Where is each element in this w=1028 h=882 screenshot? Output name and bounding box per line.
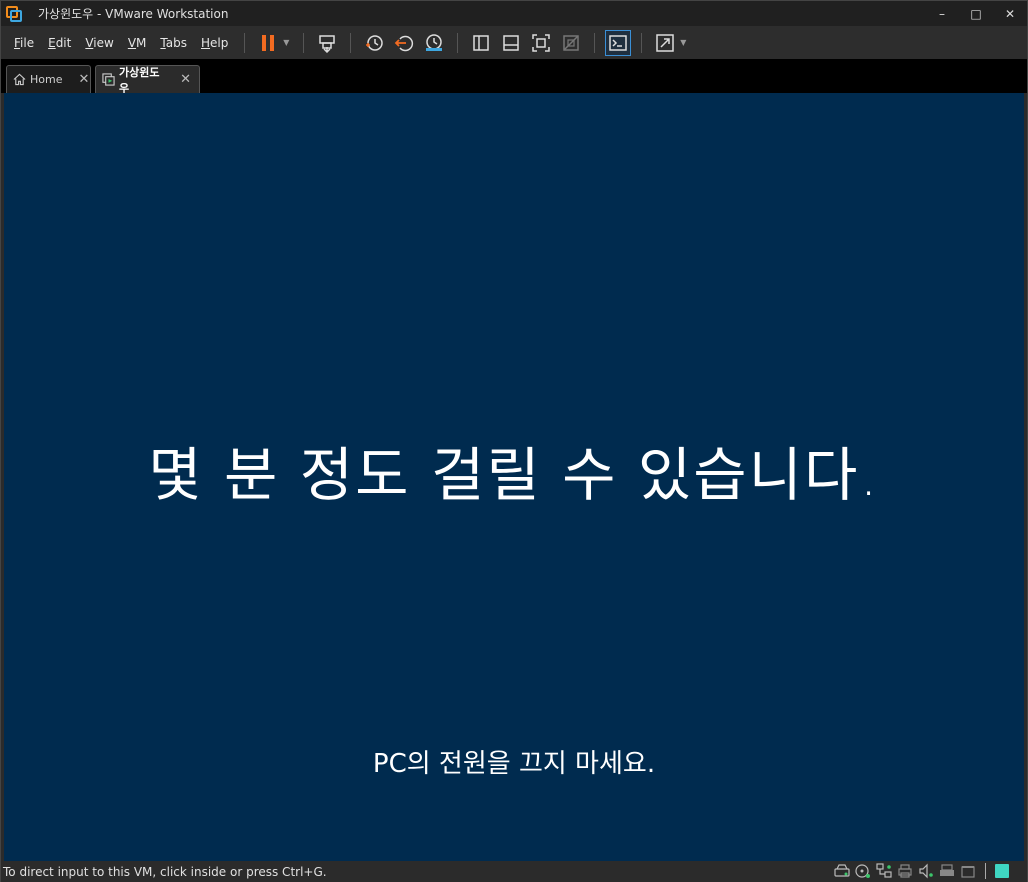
vm-icon (102, 73, 115, 87)
stretch-guest-icon (656, 33, 675, 52)
sound-card-icon[interactable] (917, 863, 935, 879)
thumbnail-bar-button[interactable] (498, 30, 524, 56)
toolbar-separator (303, 32, 305, 53)
toolbar-separator (594, 32, 596, 53)
close-tab-icon[interactable]: ✕ (78, 72, 89, 87)
toolbar-separator (244, 32, 246, 53)
take-snapshot-button[interactable] (361, 30, 387, 56)
vm-sub-message: PC의 전원을 끄지 마세요. (372, 749, 656, 779)
full-screen-button[interactable] (528, 30, 554, 56)
vm-display[interactable]: 몇 분 정도 걸릴 수 있습니다. PC의 전원을 끄지 마세요. (4, 93, 1024, 861)
toolbar-separator (350, 32, 352, 53)
show-library-icon (473, 34, 490, 51)
vm-main-message: 몇 분 정도 걸릴 수 있습니다. (148, 441, 880, 509)
send-ctrl-alt-del-icon (319, 34, 336, 53)
thumbnail-bar-icon (503, 34, 520, 51)
vmware-logo-icon (6, 5, 22, 22)
vmware-window: 가상윈도우 - VMware Workstation – □ ✕ File Ed… (0, 0, 1028, 882)
window-controls: – □ ✕ (925, 1, 1027, 26)
home-icon (13, 73, 26, 87)
device-status-icons (830, 863, 1011, 879)
unity-icon (563, 34, 580, 51)
snapshot-icon (366, 34, 384, 51)
minimize-button[interactable]: – (925, 1, 959, 26)
window-title: 가상윈도우 - VMware Workstation (38, 7, 229, 21)
menu-help[interactable]: Help (195, 32, 234, 54)
revert-snapshot-icon (395, 35, 414, 51)
menu-tabs[interactable]: Tabs (154, 32, 193, 54)
power-dropdown-arrow-icon[interactable]: ▼ (281, 38, 291, 47)
unity-button[interactable] (558, 30, 584, 56)
pause-icon (262, 34, 275, 51)
tab-home-label: Home (30, 73, 63, 86)
menu-edit[interactable]: Edit (42, 32, 77, 54)
full-screen-icon (532, 33, 551, 52)
snapshot-manager-icon (426, 33, 443, 51)
send-ctrl-alt-del-button[interactable] (314, 30, 340, 56)
stretch-guest-button[interactable] (652, 30, 678, 56)
toolbar-separator (641, 32, 643, 53)
printer-icon[interactable] (896, 863, 914, 879)
status-message: To direct input to this VM, click inside… (3, 864, 327, 879)
console-view-icon (609, 34, 628, 51)
close-tab-icon[interactable]: ✕ (180, 72, 191, 87)
cd-dvd-icon[interactable] (854, 863, 872, 879)
message-log-icon[interactable] (993, 863, 1011, 879)
stretch-dropdown-arrow-icon[interactable]: ▼ (678, 38, 688, 47)
status-separator (985, 863, 986, 879)
tab-vm-label: 가상윈도우 (119, 65, 160, 95)
network-adapter-icon[interactable] (875, 863, 893, 879)
tab-bar: Home ✕ 가상윈도우 ✕ (1, 59, 1027, 95)
menu-vm[interactable]: VM (122, 32, 153, 54)
console-view-button[interactable] (605, 29, 632, 56)
display-icon[interactable] (959, 863, 977, 879)
revert-snapshot-button[interactable] (391, 30, 417, 56)
menu-view[interactable]: View (79, 32, 119, 54)
toolbar-separator (457, 32, 459, 53)
tab-home[interactable]: Home ✕ (6, 65, 91, 93)
pause-button[interactable] (255, 30, 281, 56)
usb-printer-icon[interactable] (938, 863, 956, 879)
hard-disk-icon[interactable] (833, 863, 851, 879)
title-bar: 가상윈도우 - VMware Workstation – □ ✕ (1, 1, 1027, 26)
menu-toolbar: File Edit View VM Tabs Help ▼ ▼ (1, 26, 1027, 59)
maximize-button[interactable]: □ (959, 1, 993, 26)
close-button[interactable]: ✕ (993, 1, 1027, 26)
menu-file[interactable]: File (8, 32, 40, 54)
status-bar: To direct input to this VM, click inside… (1, 861, 1027, 882)
snapshot-manager-button[interactable] (421, 30, 447, 56)
tab-vm[interactable]: 가상윈도우 ✕ (95, 65, 200, 95)
show-library-button[interactable] (468, 30, 494, 56)
